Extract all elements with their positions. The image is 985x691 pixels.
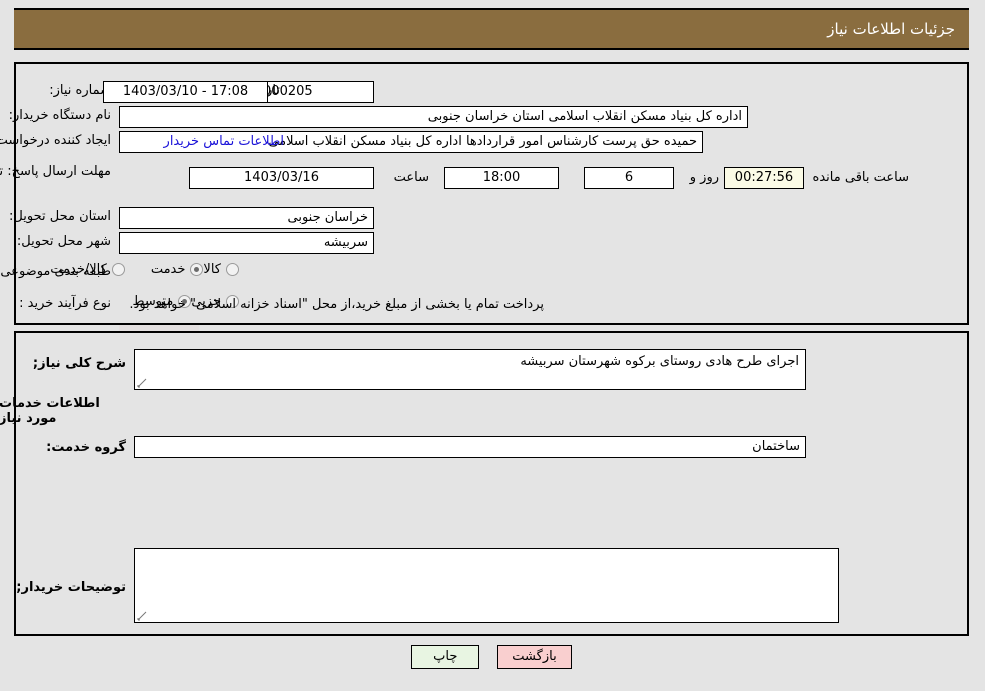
radio-icon-kala[interactable] — [227, 263, 240, 276]
print-button[interactable]: چاپ — [412, 645, 481, 669]
province-label: استان محل تحویل: — [10, 209, 112, 224]
action-button-bar: بازگشت چاپ — [0, 645, 985, 669]
buyer-contact-link[interactable]: اطلاعات تماس خریدار — [165, 134, 285, 149]
deadline-time-value: 18:00 — [445, 167, 560, 189]
need-desc-label: شرح کلی نیاز; — [33, 356, 127, 371]
service-group-value: ساختمان — [135, 436, 807, 458]
deadline-row: مهلت ارسال پاسخ: تا تاریخ: — [0, 164, 112, 179]
buyer-org-row: نام دستگاه خریدار: — [10, 108, 112, 123]
category-option-kala-khedmat[interactable]: کالا/خدمت — [51, 262, 126, 277]
need-desc-value: اجرای طرح هادی روستای برکوه شهرستان سربی… — [521, 354, 800, 369]
back-button[interactable]: بازگشت — [498, 645, 573, 669]
province-row: استان محل تحویل: — [10, 209, 112, 224]
payment-note: پرداخت تمام یا بخشی از مبلغ خرید،از محل … — [130, 297, 545, 312]
need-desc-textarea[interactable]: اجرای طرح هادی روستای برکوه شهرستان سربی… — [135, 349, 807, 390]
page-title: جزئیات اطلاعات نیاز — [828, 20, 956, 38]
city-label: شهر محل تحویل: — [17, 234, 112, 249]
buyer-notes-label: توضیحات خریدار; — [17, 580, 127, 595]
process-row: نوع فرآیند خرید : — [20, 296, 112, 311]
category-option-khedmat-label: خدمت — [151, 262, 187, 277]
service-group-label: گروه خدمت: — [47, 440, 127, 455]
announce-datetime-value: 17:08 - 1403/03/10 — [104, 81, 269, 103]
remaining-days-value: 6 — [585, 167, 675, 189]
city-row: شهر محل تحویل: — [18, 234, 112, 249]
radio-icon-kala-khedmat[interactable] — [112, 263, 126, 276]
province-value: خراسان جنوبی — [120, 207, 375, 229]
deadline-date-value: 1403/03/16 — [190, 167, 375, 189]
deadline-label: مهلت ارسال پاسخ: تا تاریخ: — [0, 164, 112, 179]
category-option-kala-khedmat-label: کالا/خدمت — [51, 262, 108, 277]
buyer-notes-textarea[interactable] — [135, 548, 840, 623]
countdown-timer: 00:27:56 — [725, 167, 805, 189]
deadline-hour-label: ساعت — [394, 170, 430, 185]
radio-icon-khedmat[interactable] — [191, 263, 205, 276]
buyer-org-label: نام دستگاه خریدار: — [9, 108, 112, 123]
services-section-title: اطلاعات خدمات مورد نیاز — [0, 396, 101, 426]
resize-grip-icon[interactable] — [138, 378, 148, 388]
page-header: جزئیات اطلاعات نیاز — [15, 8, 970, 50]
remaining-hours-label: ساعت باقی مانده — [813, 170, 910, 185]
requester-label: ایجاد کننده درخواست: — [0, 133, 112, 148]
remaining-days-label: روز و — [690, 170, 720, 185]
city-value: سربیشه — [120, 232, 375, 254]
process-label: نوع فرآیند خرید : — [20, 296, 112, 311]
resize-grip-icon-notes[interactable] — [138, 611, 148, 621]
requester-row: ایجاد کننده درخواست: — [0, 133, 112, 148]
buyer-org-value: اداره کل بنیاد مسکن انقلاب اسلامی استان … — [120, 106, 749, 128]
category-option-khedmat[interactable]: خدمت — [152, 262, 205, 277]
category-radio-group: کالا خدمت کالا/خدمت — [25, 262, 240, 277]
category-option-kala[interactable]: کالا — [204, 262, 240, 277]
category-option-kala-label: کالا — [204, 262, 222, 277]
need-number-row: شماره نیاز: — [50, 83, 112, 98]
need-number-label: شماره نیاز: — [50, 83, 112, 98]
